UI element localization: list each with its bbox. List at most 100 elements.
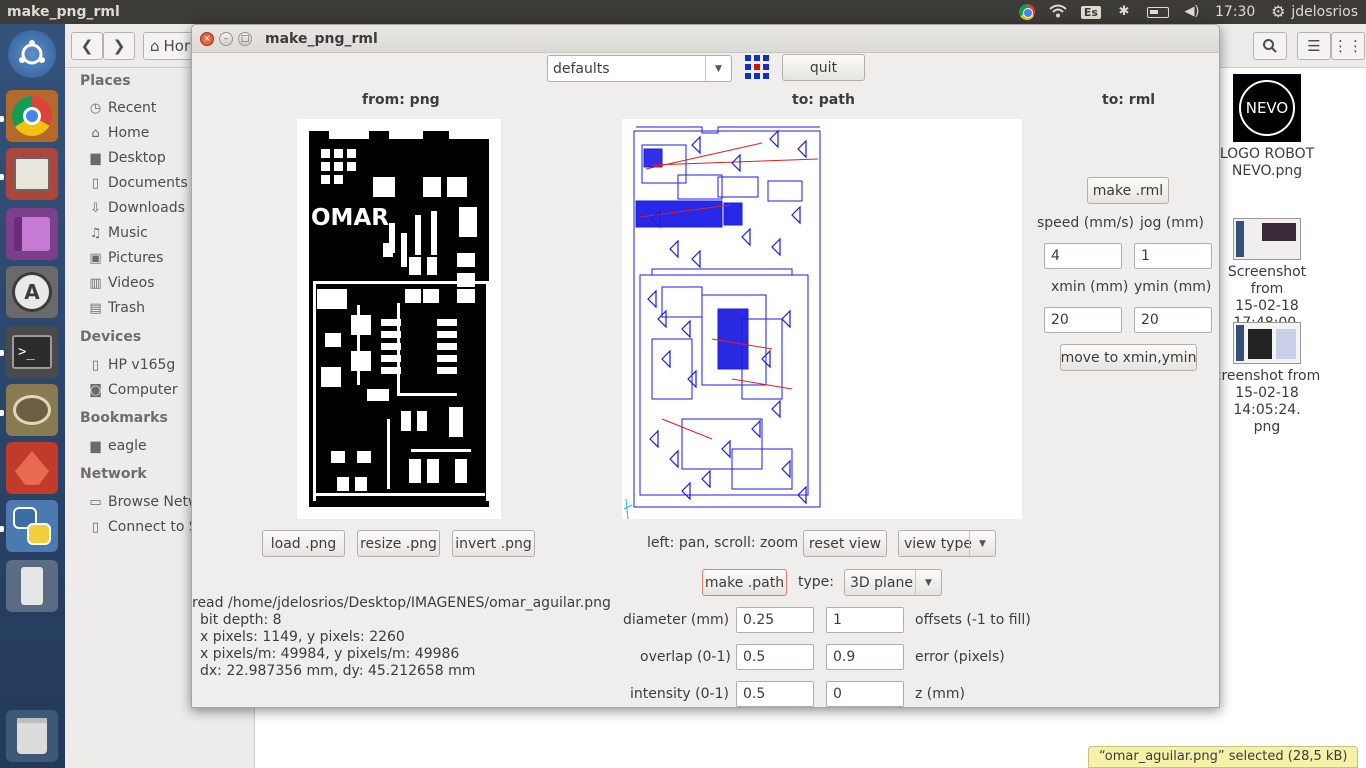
info-pixels-per-meter: x pixels/m: 49984, y pixels/m: 49986 [200, 646, 460, 662]
chevron-down-icon: ▼ [969, 531, 995, 556]
jog-input[interactable] [1134, 243, 1212, 269]
user-menu[interactable]: ⚙ jdelosrios [1269, 4, 1358, 21]
trash-launcher-icon[interactable] [6, 710, 58, 762]
from-png-header: from: png [362, 92, 440, 108]
info-read-path: read /home/jdelosrios/Desktop/IMAGENES/o… [192, 595, 611, 611]
active-window-title: make_png_rml [7, 4, 120, 20]
reset-view-button[interactable]: reset view [803, 530, 887, 557]
forward-button[interactable]: ❯ [103, 32, 135, 60]
devices-header: Devices [80, 329, 142, 345]
file-thumbnail [1233, 218, 1301, 260]
grid-view-button[interactable]: ⋮⋮ [1331, 32, 1365, 60]
clock-icon: ◷ [89, 100, 102, 116]
intensity-input[interactable] [736, 681, 814, 707]
usb-drive-icon[interactable] [6, 560, 58, 612]
make-path-button[interactable]: make .path [702, 569, 787, 596]
files-launcher-icon[interactable] [6, 148, 58, 200]
sidebar-item-downloads[interactable]: ⇩ Downloads [88, 200, 185, 216]
back-button[interactable]: ❮ [71, 32, 103, 60]
terminal-launcher-icon[interactable]: >_ [6, 326, 58, 378]
speed-input[interactable] [1044, 243, 1122, 269]
sidebar-item-eagle[interactable]: ▆ eagle [88, 438, 147, 454]
sidebar-item-connect-server[interactable]: ▯ Connect to S [88, 519, 198, 535]
launcher: A >_ [0, 24, 65, 768]
diameter-input[interactable] [736, 607, 814, 633]
make-rml-button[interactable]: make .rml [1087, 177, 1169, 204]
sidebar-item-desktop[interactable]: ▆ Desktop [88, 150, 166, 166]
user-name: jdelosrios [1291, 4, 1358, 20]
file-thumbnail: NEVO [1233, 74, 1301, 142]
places-header: Places [80, 73, 131, 89]
network-header: Network [80, 466, 147, 482]
bluetooth-icon[interactable]: ✱ [1115, 4, 1133, 20]
server-icon: ▯ [91, 519, 100, 535]
move-to-xmin-ymin-button[interactable]: move to xmin,ymin [1060, 344, 1197, 371]
chevron-down-icon: ▼ [705, 56, 731, 81]
overlap-input[interactable] [736, 644, 814, 670]
search-icon [1263, 39, 1277, 53]
minimize-window-button[interactable]: – [219, 32, 233, 46]
text-editor-launcher-icon[interactable] [6, 208, 58, 260]
sidebar-item-recent[interactable]: ◷ Recent [88, 100, 157, 116]
file-logo-robot-nevo[interactable]: NEVO LOGO ROBOT NEVO.png [1212, 74, 1322, 180]
error-input[interactable] [826, 644, 904, 670]
load-png-button[interactable]: load .png [262, 530, 345, 557]
window-titlebar[interactable]: × – □ make_png_rml [192, 25, 1219, 53]
sidebar-item-music[interactable]: ♫ Music [88, 225, 148, 241]
bookmarks-header: Bookmarks [80, 410, 168, 426]
menu-button[interactable]: ☰ [1297, 32, 1331, 60]
gimp-launcher-icon[interactable] [6, 384, 58, 436]
sidebar-item-hp-drive[interactable]: ▯ HP v165g [88, 357, 175, 373]
keyboard-layout-indicator[interactable]: Es [1080, 5, 1101, 19]
overlap-label: overlap (0-1) [640, 649, 731, 665]
network-icon: ▭ [89, 494, 102, 510]
diameter-label: diameter (mm) [623, 612, 730, 628]
folder-icon: ▆ [90, 150, 101, 166]
ubuntu-dash-icon[interactable] [8, 30, 56, 78]
type-label: type: [798, 574, 834, 590]
sidebar-item-browse-network[interactable]: ▭ Browse Netw [88, 494, 199, 510]
selection-status: “omar_aguilar.png” selected (28,5 kB) [1088, 746, 1359, 768]
battery-icon[interactable] [1146, 6, 1169, 18]
sidebar-item-computer[interactable]: ◙ Computer [88, 382, 177, 398]
type-combo[interactable]: 3D plane ▼ [844, 569, 942, 596]
xmin-label: xmin (mm) [1051, 279, 1129, 295]
info-dimensions: dx: 22.987356 mm, dy: 45.212658 mm [200, 663, 476, 679]
sidebar-item-pictures[interactable]: ▣ Pictures [88, 250, 163, 266]
quit-button[interactable]: quit [782, 54, 865, 81]
sidebar-item-videos[interactable]: ▥ Videos [88, 275, 154, 291]
maximize-window-button[interactable]: □ [238, 32, 252, 46]
sidebar-item-home[interactable]: ⌂ Home [88, 125, 149, 141]
search-button[interactable] [1253, 32, 1287, 60]
close-window-button[interactable]: × [200, 32, 214, 46]
file-screenshot-2[interactable]: creenshot from 15-02-18 14:05:24. png [1212, 322, 1322, 436]
eagle-launcher-icon[interactable] [6, 442, 58, 494]
invert-png-button[interactable]: invert .png [452, 530, 535, 557]
path-preview-canvas[interactable] [622, 119, 1022, 520]
harddisk-icon: ◙ [89, 382, 102, 398]
z-input[interactable] [826, 681, 904, 707]
sidebar-item-documents[interactable]: ▯ Documents [88, 175, 188, 191]
view-hint: left: pan, scroll: zoom [647, 535, 799, 551]
wifi-icon[interactable] [1049, 4, 1067, 20]
trash-icon: ▤ [89, 300, 102, 316]
view-type-combo[interactable]: view type ▼ [898, 530, 996, 557]
error-label: error (pixels) [915, 649, 1005, 665]
chrome-launcher-icon[interactable] [6, 90, 58, 142]
fab-logo-icon [745, 55, 770, 80]
home-icon: ⌂ [91, 125, 100, 141]
clock[interactable]: 17:30 [1215, 4, 1255, 20]
top-panel: make_png_rml Es ✱ ◀) 17:30 ⚙ jdelosrios [0, 0, 1366, 24]
picture-icon: ▣ [89, 250, 102, 266]
defaults-combo[interactable]: defaults ▼ [547, 55, 732, 82]
png-preview-canvas[interactable]: OMAR [297, 119, 501, 519]
ymin-input[interactable] [1134, 307, 1212, 333]
xmin-input[interactable] [1044, 307, 1122, 333]
volume-icon[interactable]: ◀) [1183, 4, 1201, 20]
software-center-icon[interactable]: A [6, 266, 58, 318]
chrome-indicator-icon[interactable] [1018, 4, 1035, 20]
resize-png-button[interactable]: resize .png [357, 530, 440, 557]
python-launcher-icon[interactable] [6, 500, 58, 552]
offsets-input[interactable] [826, 607, 904, 633]
sidebar-item-trash[interactable]: ▤ Trash [88, 300, 145, 316]
